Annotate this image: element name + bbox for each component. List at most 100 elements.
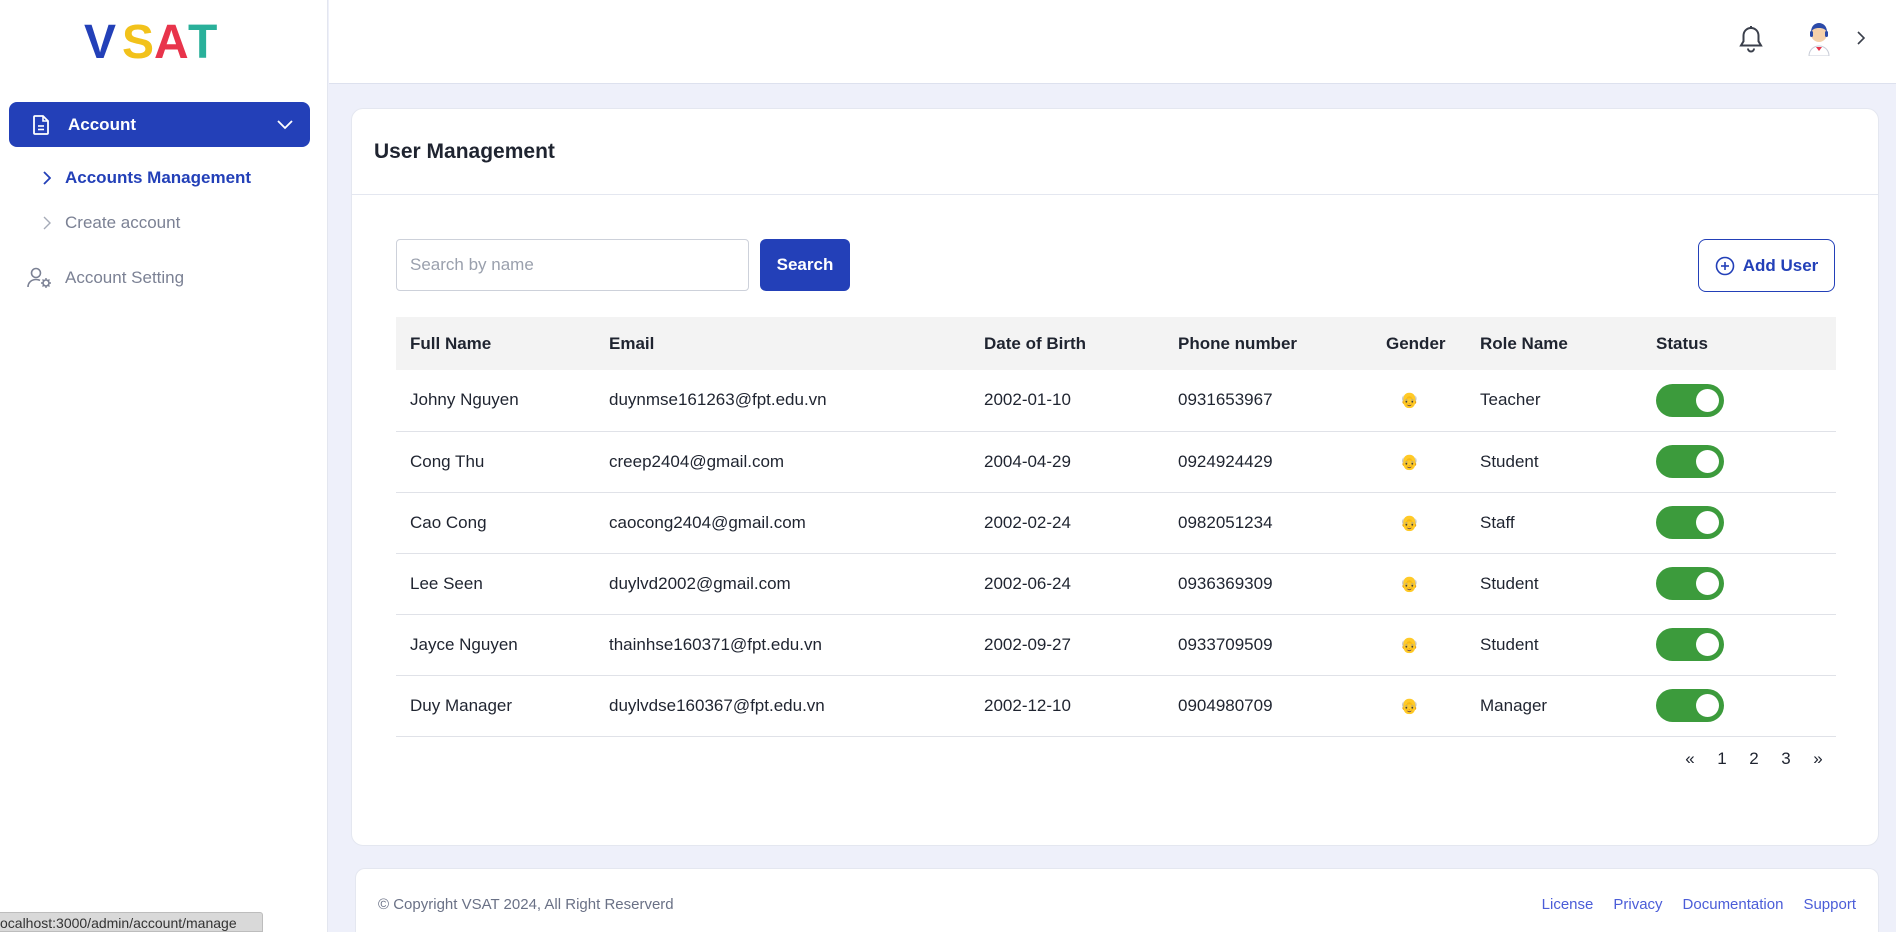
avatar-icon[interactable] [1802, 20, 1836, 56]
cell-role: Student [1466, 431, 1642, 493]
status-toggle[interactable] [1656, 445, 1724, 478]
cell-gender: 👴 [1354, 492, 1466, 554]
cell-role: Student [1466, 614, 1642, 676]
cell-email: duylvd2002@gmail.com [595, 553, 970, 615]
toggle-knob [1696, 572, 1719, 595]
copyright-text: © Copyright VSAT 2024, All Right Reserve… [378, 896, 674, 913]
status-bar-url: ocalhost:3000/admin/account/manage [0, 912, 263, 932]
cell-dob: 2002-09-27 [970, 614, 1164, 676]
cell-phone: 0933709509 [1164, 614, 1354, 676]
user-gear-icon [27, 265, 53, 291]
column-header-gender[interactable]: Gender [1354, 317, 1466, 370]
toggle-knob [1696, 511, 1719, 534]
sidebar-item-account[interactable]: Account [9, 102, 310, 147]
table-row[interactable]: Lee Seen duylvd2002@gmail.com 2002-06-24… [396, 553, 1836, 615]
logo-graphic: V S A T [84, 16, 217, 69]
sidebar-item-label: Accounts Management [65, 168, 252, 187]
cell-status [1642, 614, 1836, 676]
chevron-down-icon[interactable] [276, 116, 294, 134]
cell-phone: 0936369309 [1164, 553, 1354, 615]
table-row[interactable]: Duy Manager duylvdse160367@fpt.edu.vn 20… [396, 675, 1836, 737]
cell-email: caocong2404@gmail.com [595, 492, 970, 554]
gender-icon: 👴 [1400, 453, 1419, 471]
column-header-full-name[interactable]: Full Name [396, 317, 595, 370]
chevron-right-icon[interactable] [1852, 28, 1870, 48]
sidebar-item-label: Account Setting [65, 268, 185, 287]
cell-dob: 2002-01-10 [970, 370, 1164, 432]
cell-full-name: Lee Seen [396, 553, 595, 615]
table-row[interactable]: Cao Cong caocong2404@gmail.com 2002-02-2… [396, 492, 1836, 554]
column-header-role[interactable]: Role Name [1466, 317, 1642, 370]
cell-email: duylvdse160367@fpt.edu.vn [595, 675, 970, 737]
column-header-dob[interactable]: Date of Birth [970, 317, 1164, 370]
cell-full-name: Duy Manager [396, 675, 595, 737]
column-header-status[interactable]: Status [1642, 317, 1836, 370]
users-table: Full Name Email Date of Birth Phone numb… [396, 317, 1836, 737]
sidebar-item-label: Account [68, 114, 136, 134]
status-toggle[interactable] [1656, 506, 1724, 539]
table-header-row: Full Name Email Date of Birth Phone numb… [396, 317, 1836, 370]
status-toggle[interactable] [1656, 689, 1724, 722]
column-header-email[interactable]: Email [595, 317, 970, 370]
cell-status [1642, 431, 1836, 493]
table-row[interactable]: Cong Thu creep2404@gmail.com 2004-04-29 … [396, 431, 1836, 493]
toggle-knob [1696, 633, 1719, 656]
cell-role: Staff [1466, 492, 1642, 554]
footer-link-license[interactable]: License [1542, 896, 1594, 913]
footer-link-privacy[interactable]: Privacy [1613, 896, 1662, 913]
cell-email: creep2404@gmail.com [595, 431, 970, 493]
sidebar: V S A T Account Accounts Management Crea… [0, 0, 328, 932]
cell-gender: 👴 [1354, 675, 1466, 737]
sidebar-item-label: Create account [65, 213, 181, 232]
add-user-label: Add User [1742, 255, 1819, 275]
cell-status [1642, 553, 1836, 615]
cell-role: Manager [1466, 675, 1642, 737]
pagination-next[interactable]: » [1802, 749, 1834, 769]
cell-phone: 0982051234 [1164, 492, 1354, 554]
cell-status [1642, 675, 1836, 737]
chevron-right-icon [40, 216, 54, 230]
status-toggle[interactable] [1656, 628, 1724, 661]
gender-icon: 👴 [1400, 575, 1419, 593]
status-toggle[interactable] [1656, 567, 1724, 600]
column-header-phone[interactable]: Phone number [1164, 317, 1354, 370]
bell-icon[interactable] [1737, 24, 1765, 54]
pagination-page-1[interactable]: 1 [1706, 749, 1738, 769]
cell-dob: 2002-12-10 [970, 675, 1164, 737]
topbar [329, 0, 1896, 84]
toggle-knob [1696, 450, 1719, 473]
gender-icon: 👴 [1400, 514, 1419, 532]
cell-full-name: Jayce Nguyen [396, 614, 595, 676]
vsat-logo[interactable]: V S A T [84, 14, 234, 69]
cell-email: thainhse160371@fpt.edu.vn [595, 614, 970, 676]
status-toggle[interactable] [1656, 383, 1724, 417]
search-input[interactable] [396, 239, 749, 291]
cell-phone: 0924924429 [1164, 431, 1354, 493]
footer: © Copyright VSAT 2024, All Right Reserve… [355, 868, 1879, 932]
table-row[interactable]: Jayce Nguyen thainhse160371@fpt.edu.vn 2… [396, 614, 1836, 676]
chevron-right-icon [40, 171, 54, 185]
sidebar-item-accounts-management[interactable]: Accounts Management [40, 166, 251, 190]
add-user-button[interactable]: Add User [1698, 239, 1835, 292]
cell-gender: 👴 [1354, 614, 1466, 676]
sidebar-item-create-account[interactable]: Create account [40, 211, 180, 235]
sidebar-item-account-setting[interactable]: Account Setting [27, 265, 184, 291]
cell-dob: 2002-06-24 [970, 553, 1164, 615]
cell-full-name: Cao Cong [396, 492, 595, 554]
cell-role: Teacher [1466, 370, 1642, 432]
cell-full-name: Johny Nguyen [396, 370, 595, 432]
pagination-prev[interactable]: « [1674, 749, 1706, 769]
page-title: User Management [374, 139, 555, 163]
table-row[interactable]: Johny Nguyen duynmse161263@fpt.edu.vn 20… [396, 370, 1836, 432]
cell-phone: 0904980709 [1164, 675, 1354, 737]
pagination-page-3[interactable]: 3 [1770, 749, 1802, 769]
gender-icon: 👴 [1400, 392, 1419, 410]
search-button[interactable]: Search [760, 239, 850, 291]
footer-link-support[interactable]: Support [1803, 896, 1856, 913]
toggle-knob [1696, 388, 1719, 412]
pagination-page-2[interactable]: 2 [1738, 749, 1770, 769]
svg-text:S: S [122, 16, 154, 66]
cell-status [1642, 492, 1836, 554]
footer-link-documentation[interactable]: Documentation [1683, 896, 1784, 913]
cell-dob: 2004-04-29 [970, 431, 1164, 493]
